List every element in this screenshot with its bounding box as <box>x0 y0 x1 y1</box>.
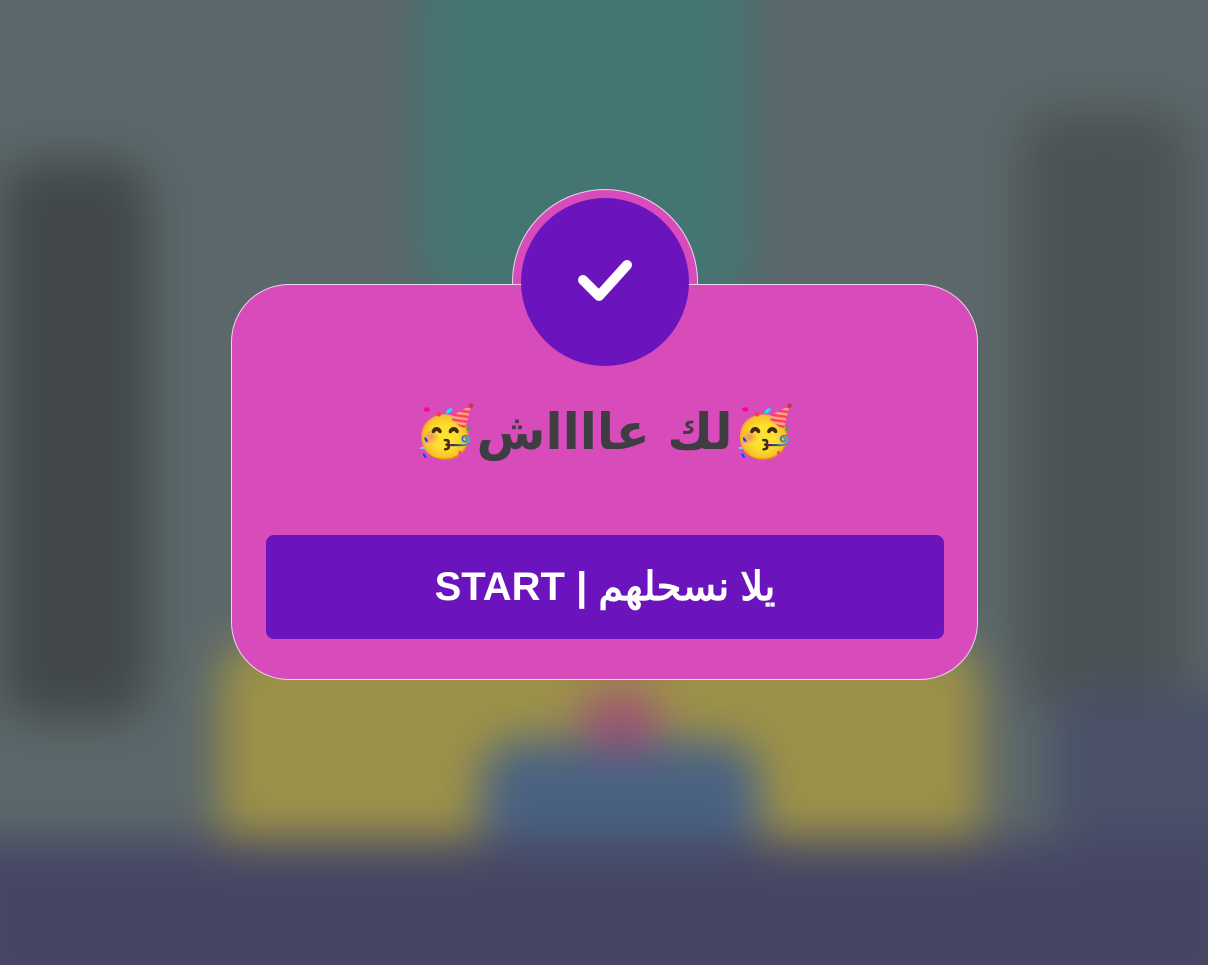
dialog-title: 🥳لك عااااش🥳 <box>414 403 795 461</box>
success-badge <box>521 198 689 366</box>
start-button[interactable]: يلا نسحلهم | START <box>266 535 944 639</box>
checkmark-icon <box>577 257 633 307</box>
